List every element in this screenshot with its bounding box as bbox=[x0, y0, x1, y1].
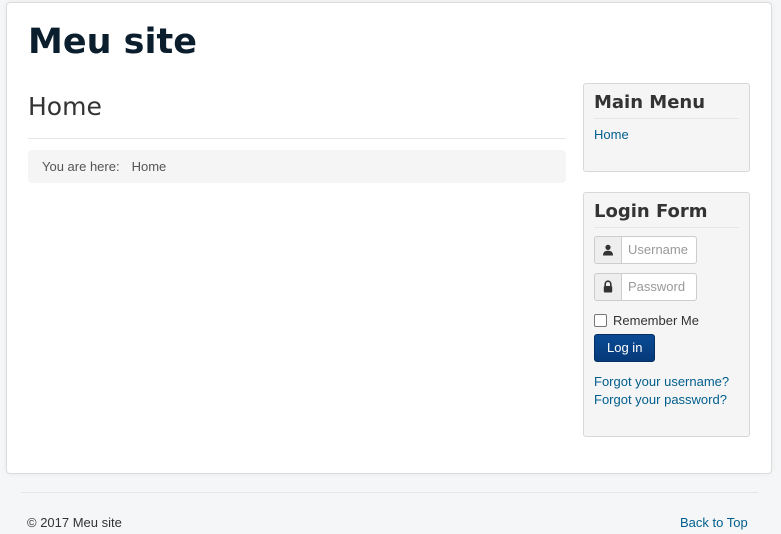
remember-me-row: Remember Me bbox=[594, 313, 739, 328]
main-menu-module: Main Menu Home bbox=[583, 83, 750, 172]
main-menu-list: Home bbox=[594, 127, 739, 142]
breadcrumb-label: You are here: bbox=[42, 159, 120, 174]
remember-me-label[interactable]: Remember Me bbox=[613, 313, 699, 328]
login-form-module: Login Form Remember Me Log bbox=[583, 192, 750, 437]
breadcrumb: You are here: Home bbox=[28, 150, 566, 183]
site-title[interactable]: Meu site bbox=[28, 25, 197, 60]
forgot-username-link[interactable]: Forgot your username? bbox=[594, 374, 729, 389]
forgot-password-link[interactable]: Forgot your password? bbox=[594, 392, 727, 407]
login-button[interactable]: Log in bbox=[594, 333, 656, 362]
copyright: © 2017 Meu site bbox=[27, 515, 122, 530]
footer-divider bbox=[21, 492, 758, 493]
breadcrumb-current: Home bbox=[131, 159, 167, 174]
forgot-password-item: Forgot your password? bbox=[594, 391, 739, 409]
login-form-title: Login Form bbox=[594, 193, 739, 228]
main-menu-link-home[interactable]: Home bbox=[594, 127, 629, 142]
lock-icon bbox=[594, 272, 621, 301]
back-to-top-link[interactable]: Back to Top bbox=[680, 515, 748, 530]
password-group bbox=[594, 272, 739, 301]
username-input[interactable] bbox=[621, 235, 697, 264]
username-group bbox=[594, 235, 739, 264]
password-input[interactable] bbox=[621, 272, 697, 301]
main-menu-title: Main Menu bbox=[594, 84, 739, 119]
login-links: Forgot your username? Forgot your passwo… bbox=[594, 373, 739, 409]
body-card: Meu site Home You are here: Home Main Me… bbox=[6, 2, 772, 474]
user-icon bbox=[594, 235, 621, 264]
title-divider bbox=[28, 138, 566, 139]
page-title: Home bbox=[28, 92, 102, 121]
remember-me-checkbox[interactable] bbox=[594, 313, 607, 327]
forgot-username-item: Forgot your username? bbox=[594, 373, 739, 391]
main-menu-item-home: Home bbox=[594, 127, 739, 142]
